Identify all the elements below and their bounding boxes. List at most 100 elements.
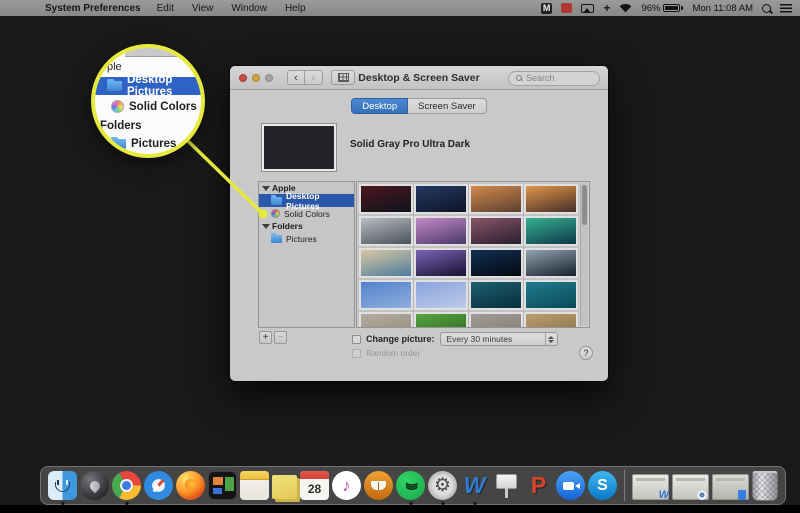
color-wheel-icon — [271, 209, 280, 218]
help-button[interactable] — [579, 346, 593, 360]
wallpaper-thumbnail[interactable] — [359, 216, 413, 246]
wifi-icon[interactable] — [619, 2, 632, 14]
wallpaper-thumbnail[interactable] — [524, 280, 578, 310]
dock-minwin-doc-icon[interactable] — [712, 474, 749, 500]
menu-clock[interactable]: Mon 11:08 AM — [692, 3, 753, 14]
wallpaper-thumbnail[interactable] — [359, 184, 413, 214]
show-all-button[interactable] — [331, 70, 355, 85]
stepper-icon — [544, 333, 557, 345]
wallpaper-thumbnail[interactable] — [469, 184, 523, 214]
wallpaper-thumbnail[interactable] — [469, 216, 523, 246]
search-field[interactable]: Search — [508, 70, 600, 86]
move-tool-icon[interactable]: + — [603, 1, 610, 15]
dock-keynote-icon[interactable] — [492, 471, 521, 500]
random-order-row: Random order — [352, 348, 420, 358]
tab-screen-saver[interactable]: Screen Saver — [408, 98, 487, 114]
dock-settings-icon[interactable]: ⚙ — [428, 471, 457, 505]
folder-icon — [111, 136, 126, 149]
battery-status[interactable]: 96% — [641, 3, 684, 14]
dock-itunes-icon[interactable]: ♪ — [332, 471, 361, 500]
search-placeholder: Search — [526, 73, 555, 83]
menu-help[interactable]: Help — [285, 3, 306, 14]
dock-books-icon[interactable] — [364, 471, 393, 500]
wallpaper-thumbnail[interactable] — [469, 248, 523, 278]
airplay-display-icon[interactable] — [581, 3, 595, 13]
add-folder-button[interactable] — [259, 331, 272, 344]
sidebar-item-desktop-pictures[interactable]: Desktop Pictures — [259, 191, 354, 211]
dock-stickies-icon[interactable] — [272, 474, 297, 499]
apple-menu-icon[interactable] — [20, 3, 31, 14]
random-order-checkbox[interactable] — [352, 348, 361, 358]
folder-icon — [271, 194, 282, 205]
disclosure-triangle-icon[interactable] — [262, 223, 270, 229]
wallpaper-thumbnail[interactable] — [469, 312, 523, 327]
dock-notes-icon[interactable] — [240, 471, 269, 500]
grid-icon — [337, 73, 349, 82]
close-button[interactable] — [239, 73, 247, 82]
sidebar-item-pictures[interactable]: Pictures — [259, 232, 354, 245]
menu-app-name[interactable]: System Preferences — [45, 3, 141, 14]
scrollbar-thumb[interactable] — [582, 185, 587, 225]
back-button[interactable] — [287, 70, 305, 85]
window-titlebar[interactable]: Desktop & Screen Saver Search — [230, 66, 608, 90]
dock-powerpoint-icon[interactable]: P — [524, 471, 553, 500]
dock-safari-icon[interactable] — [144, 471, 173, 500]
dock-launchpad-icon[interactable] — [80, 471, 109, 500]
wallpaper-thumbnail[interactable] — [414, 312, 468, 327]
spotlight-icon[interactable] — [762, 3, 771, 13]
dock-separator — [624, 470, 625, 501]
dock-skype-icon[interactable]: S — [588, 471, 617, 500]
wallpaper-grid-container — [356, 181, 590, 328]
dock-calendar-icon[interactable]: 28 — [300, 471, 329, 500]
zoom-button[interactable] — [265, 73, 273, 82]
dock-firefox-icon[interactable] — [176, 471, 205, 500]
menu-bar-status: M + 96% Mon 11:08 AM — [540, 1, 800, 15]
dock-word-icon[interactable]: W — [460, 471, 489, 505]
dock-tiles-icon[interactable] — [208, 471, 237, 500]
desktop-screensaver-window: Desktop & Screen Saver Search Desktop Sc… — [230, 66, 608, 381]
wallpaper-thumbnail[interactable] — [414, 280, 468, 310]
wallpaper-thumbnail[interactable] — [414, 248, 468, 278]
wallpaper-thumbnail[interactable] — [359, 280, 413, 310]
wallpaper-thumbnail[interactable] — [469, 280, 523, 310]
change-picture-row: Change picture: Every 30 minutes — [352, 332, 558, 346]
wallpaper-thumbnail[interactable] — [414, 216, 468, 246]
tab-desktop[interactable]: Desktop — [351, 98, 409, 114]
wallpaper-thumbnail[interactable] — [414, 184, 468, 214]
sidebar-group-folders[interactable]: Folders — [259, 220, 354, 232]
color-wheel-icon — [111, 100, 124, 113]
dock-chrome-icon[interactable] — [112, 471, 141, 505]
dock-trash-icon[interactable] — [752, 470, 778, 501]
remove-folder-button[interactable] — [274, 331, 287, 344]
callout-desktop-pictures-row: Desktop Pictures — [95, 74, 201, 98]
red-app-menu-icon[interactable] — [561, 3, 573, 13]
interval-dropdown[interactable]: Every 30 minutes — [439, 332, 558, 346]
wallpaper-thumbnail[interactable] — [359, 248, 413, 278]
minimize-button[interactable] — [252, 73, 260, 82]
wallpaper-thumbnail[interactable] — [524, 184, 578, 214]
dock: 28 ♪))) ⚙ W P S W — [40, 466, 786, 505]
wallpaper-thumbnail[interactable] — [524, 248, 578, 278]
callout-magnifier: ple Desktop Pictures Solid Colors Folder… — [91, 44, 205, 158]
window-controls — [239, 73, 273, 82]
menu-window[interactable]: Window — [231, 3, 267, 14]
change-picture-label: Change picture: — [366, 334, 435, 344]
dock-spotify-icon[interactable]: ))) — [396, 471, 425, 505]
adobe-menu-icon[interactable]: M — [540, 2, 553, 14]
search-icon — [516, 75, 522, 81]
change-picture-checkbox[interactable] — [352, 334, 361, 344]
dock-finder-icon[interactable] — [48, 471, 77, 505]
dock-minwin-word-icon[interactable]: W — [632, 474, 669, 501]
scrollbar[interactable] — [580, 183, 588, 326]
wallpaper-thumbnail[interactable] — [524, 216, 578, 246]
forward-button[interactable] — [305, 70, 323, 85]
disclosure-triangle-icon[interactable] — [262, 185, 270, 191]
dock-facetime-icon[interactable] — [556, 471, 585, 500]
dock-minwin-chrome-icon[interactable] — [672, 474, 709, 500]
menu-view[interactable]: View — [192, 3, 214, 14]
callout-apple-partial-label: ple — [107, 61, 122, 73]
notification-center-icon[interactable] — [780, 3, 792, 13]
wallpaper-thumbnail[interactable] — [359, 312, 413, 327]
menu-edit[interactable]: Edit — [157, 3, 174, 14]
wallpaper-thumbnail[interactable] — [524, 312, 578, 327]
